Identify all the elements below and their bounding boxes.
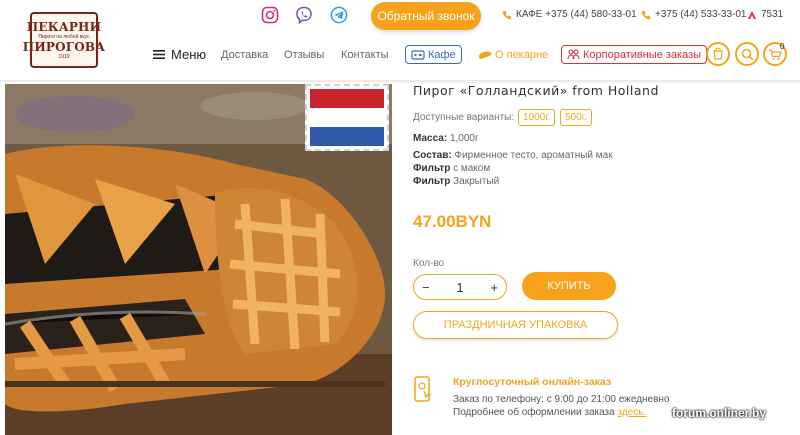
cafe-icon — [411, 49, 425, 60]
quantity-decrease-button[interactable]: − — [422, 280, 430, 295]
phone-main[interactable]: +375 (44) 533-33-01 — [641, 9, 746, 20]
phone-short[interactable]: 7531 — [747, 9, 783, 20]
product-price: 47.00BYN — [413, 212, 492, 231]
netherlands-flag-stamp — [305, 84, 389, 151]
phone-main-label: +375 (44) 533-33-01 — [655, 9, 747, 20]
nav-corporate-button[interactable]: Корпоративные заказы — [561, 45, 708, 64]
phone-icon — [641, 10, 651, 19]
forum-watermark: forum.onliner.by — [672, 406, 767, 420]
order-details-text: Подробнее об оформлении заказа — [453, 407, 615, 418]
phone-cafe[interactable]: КАФЕ +375 (44) 580-33-01 — [502, 9, 637, 20]
variant-option-500g[interactable]: 500г. — [560, 109, 592, 126]
nav-cafe-label: Кафе — [428, 48, 456, 61]
phone-tap-icon — [414, 376, 432, 402]
quantity-value[interactable]: 1 — [456, 280, 463, 295]
variant-option-1000g[interactable]: 1000г. — [518, 109, 556, 126]
phone-icon — [502, 10, 512, 19]
group-icon — [567, 49, 580, 60]
callback-button[interactable]: Обратный звонок — [371, 2, 481, 30]
spec-composition-label: Состав: — [413, 150, 452, 161]
product-title: Пирог «Голландский» from Holland — [413, 83, 659, 98]
phone-short-label: 7531 — [761, 9, 784, 20]
spec-weight-label: Масса: — [413, 133, 448, 144]
spec-filter1-value: с маком — [453, 163, 491, 174]
viber-icon[interactable] — [295, 6, 313, 24]
logo-line1: ПЕКАРНИ — [26, 19, 102, 34]
bakery-logo[interactable]: ПЕКАРНИ Пироги на любой вкус ПИРОГОВА 19… — [23, 12, 105, 68]
nav-about-label: О пекарне — [495, 48, 549, 61]
spec-filter2-value: Закрытый — [453, 176, 500, 187]
spec-weight: Масса: 1,000г — [413, 133, 479, 144]
order-title: Круглосуточный онлайн-заказ — [453, 376, 612, 388]
spec-filter-1: Фильтр с маком — [413, 163, 490, 174]
menu-toggle[interactable]: Меню — [153, 47, 206, 62]
order-details-link[interactable]: здесь. — [617, 407, 646, 418]
telegram-icon[interactable] — [330, 6, 348, 24]
hamburger-icon — [153, 50, 165, 59]
order-details: Подробнее об оформлении заказа здесь. — [453, 407, 646, 418]
nav-about-link[interactable]: О пекарне — [473, 45, 553, 64]
quantity-label: Кол-во — [413, 258, 445, 269]
nav-link-delivery[interactable]: Доставка — [221, 49, 268, 61]
variants-label: Доступные варианты: — [413, 112, 515, 123]
instagram-icon[interactable] — [261, 6, 279, 24]
quantity-increase-button[interactable]: + — [490, 280, 498, 295]
quantity-stepper: − 1 + — [413, 274, 507, 300]
spec-composition: Состав: Фирменное тесто, ароматный мак — [413, 150, 613, 161]
buy-button[interactable]: КУПИТЬ — [522, 272, 616, 300]
spec-weight-value: 1,000г — [449, 133, 479, 144]
a1-operator-icon — [748, 10, 756, 19]
phone-cafe-label: КАФЕ +375 (44) 580-33-01 — [516, 9, 637, 20]
order-phone-hours: Заказ по телефону: с 9:00 до 21:00 ежедн… — [453, 394, 670, 405]
nav-cafe-button[interactable]: Кафе — [405, 45, 462, 64]
search-icon[interactable] — [735, 42, 759, 66]
spec-filter-2: Фильтр Закрытый — [413, 176, 499, 187]
around-the-clock-icon[interactable] — [706, 42, 730, 66]
spec-filter1-label: Фильтр — [413, 163, 451, 174]
nav-link-reviews[interactable]: Отзывы — [284, 49, 324, 61]
nav-link-contacts[interactable]: Контакты — [341, 49, 389, 61]
cart-count-badge: 0 — [780, 42, 785, 51]
logo-year: 1919 — [58, 53, 70, 60]
logo-line2: ПИРОГОВА — [22, 39, 106, 54]
nav-corporate-label: Корпоративные заказы — [583, 48, 702, 61]
spec-filter2-label: Фильтр — [413, 176, 451, 187]
spec-composition-value: Фирменное тесто, ароматный мак — [454, 150, 613, 161]
menu-label: Меню — [171, 47, 207, 62]
bread-icon — [478, 51, 492, 59]
gift-packaging-button[interactable]: ПРАЗДНИЧНАЯ УПАКОВКА — [413, 311, 618, 339]
